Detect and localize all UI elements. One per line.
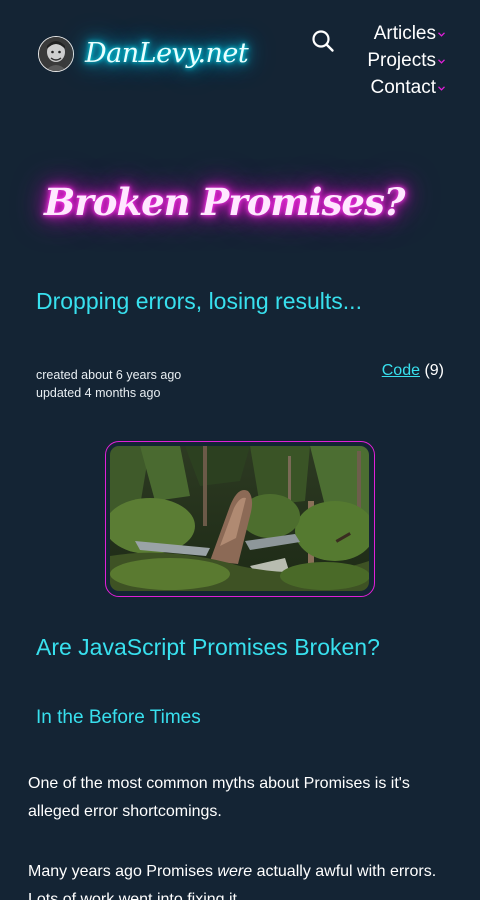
subsection-heading: In the Before Times (36, 707, 201, 728)
tag-list: Code (9) (382, 362, 444, 380)
paragraph-text: Many years ago Promises (28, 863, 213, 880)
plane-wreck-forest-image (110, 446, 369, 591)
chevron-down-icon (438, 59, 445, 64)
avatar[interactable] (38, 36, 74, 72)
nav-item-label: Contact (370, 76, 436, 98)
created-date: created about 6 years ago (36, 368, 182, 382)
nav-item-label: Projects (367, 49, 436, 71)
site-name-logo[interactable]: DanLevy.net (85, 38, 249, 69)
tag-count: (9) (424, 362, 444, 379)
section-heading: Are JavaScript Promises Broken? (36, 634, 380, 660)
main-nav: Articles Projects Contact (340, 20, 460, 101)
article-subtitle: Dropping errors, losing results... (36, 288, 362, 314)
hero-image (105, 441, 375, 597)
paragraph-emphasis: were (217, 863, 253, 880)
nav-item-articles[interactable]: Articles (340, 20, 460, 47)
chevron-down-icon (438, 32, 445, 37)
paragraph: Many years ago Promises were actually aw… (28, 858, 458, 900)
article-meta: created about 6 years ago updated 4 mont… (36, 366, 181, 402)
tag-link-code[interactable]: Code (382, 362, 420, 379)
site-header: DanLevy.net Articles Projects Contact (0, 0, 480, 130)
nav-item-contact[interactable]: Contact (340, 74, 460, 101)
nav-item-label: Articles (373, 22, 436, 44)
paragraph: One of the most common myths about Promi… (28, 775, 410, 820)
nav-item-projects[interactable]: Projects (340, 47, 460, 74)
page-title: Broken Promises? (44, 180, 405, 224)
chevron-down-icon (438, 86, 445, 91)
updated-date: updated 4 months ago (36, 386, 161, 400)
search-icon[interactable] (311, 29, 335, 53)
